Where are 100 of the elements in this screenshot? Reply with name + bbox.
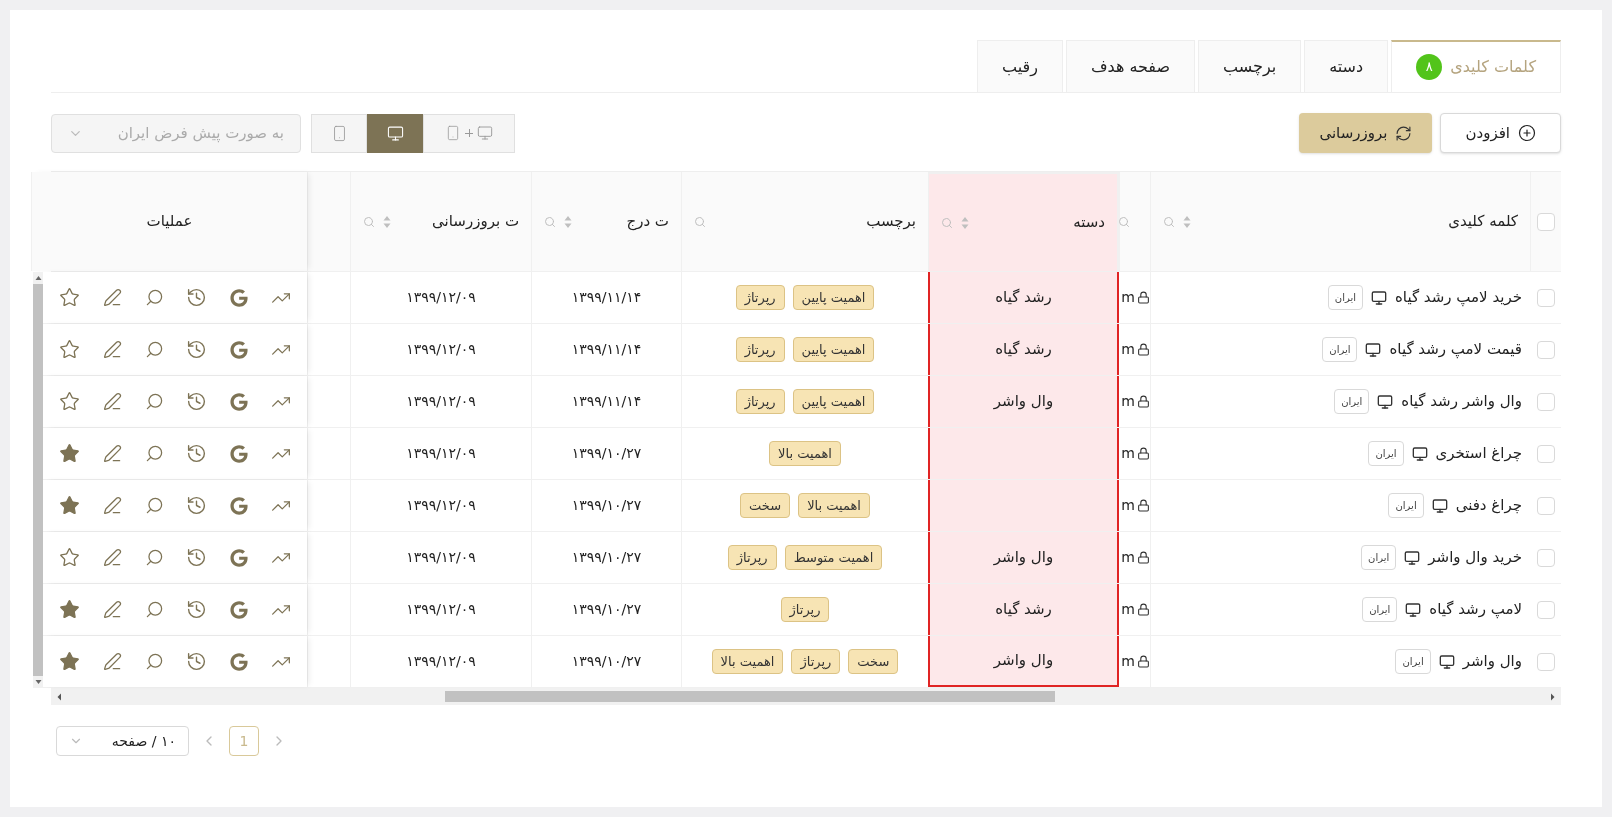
column-header: دسته	[1072, 212, 1105, 234]
tab[interactable]: صفحه هدف	[1065, 40, 1196, 92]
star-icon[interactable]	[59, 495, 80, 516]
date-text: ۱۳۹۹/۱۰/۲۷	[571, 600, 642, 619]
history-icon[interactable]	[186, 391, 208, 412]
row-checkbox[interactable]	[1537, 212, 1555, 231]
lock-icon	[1137, 291, 1150, 304]
history-icon[interactable]	[186, 339, 208, 360]
google-icon[interactable]	[230, 444, 249, 463]
region-tag: ایران	[1362, 597, 1398, 622]
monitor-icon	[477, 125, 493, 141]
horizontal-scrollbar[interactable]	[51, 688, 1561, 705]
pencil-icon[interactable]	[102, 288, 122, 307]
scroll-right-icon[interactable]	[1549, 692, 1556, 701]
star-icon[interactable]	[59, 287, 80, 308]
pencil-icon[interactable]	[102, 548, 122, 567]
count-badge: ۸	[1416, 54, 1443, 80]
keyword-text: لامپ رشد گیاه	[1429, 599, 1522, 621]
google-icon[interactable]	[230, 392, 249, 411]
search-icon[interactable]	[144, 548, 164, 567]
pencil-icon[interactable]	[102, 444, 122, 463]
tab[interactable]: برچسب	[1198, 40, 1302, 92]
tab[interactable]: رقیب	[977, 40, 1063, 92]
google-icon[interactable]	[230, 548, 249, 567]
star-icon[interactable]	[59, 599, 80, 620]
date-text: ۱۳۹۹/۱۱/۱۴	[571, 288, 642, 307]
date-text: ۱۳۹۹/۱۲/۰۹	[406, 652, 476, 671]
tag: رپرتاژ	[780, 596, 830, 623]
google-icon[interactable]	[230, 600, 249, 619]
history-icon[interactable]	[186, 287, 208, 308]
row-checkbox[interactable]	[1536, 548, 1555, 567]
row-checkbox[interactable]	[1536, 496, 1555, 515]
row-checkbox[interactable]	[1536, 340, 1555, 359]
table-cell-text: m	[1121, 340, 1135, 359]
date-text: ۱۳۹۹/۱۲/۰۹	[406, 340, 476, 359]
star-icon[interactable]	[59, 443, 80, 464]
row-checkbox[interactable]	[1536, 444, 1555, 463]
search-icon[interactable]	[144, 288, 164, 307]
search-icon[interactable]	[144, 496, 164, 515]
category-cell: وال واشر	[928, 636, 1119, 687]
pencil-icon[interactable]	[102, 652, 122, 671]
plus-icon	[465, 129, 473, 137]
star-icon[interactable]	[59, 547, 80, 568]
row-checkbox[interactable]	[1536, 652, 1555, 671]
date-text: ۱۳۹۹/۱۲/۰۹	[406, 444, 476, 463]
monitor-icon	[1411, 445, 1428, 462]
region-tag: ایران	[1368, 441, 1404, 466]
lock-icon	[1137, 395, 1150, 408]
pencil-icon[interactable]	[102, 496, 122, 515]
region-tag: ایران	[1322, 337, 1358, 362]
tag: رپرتاژ	[735, 284, 785, 311]
tag: اهمیت بالا	[798, 492, 870, 519]
search-icon[interactable]	[144, 340, 164, 359]
search-icon[interactable]	[144, 652, 164, 671]
history-icon[interactable]	[186, 651, 208, 672]
add-button[interactable]: افزودن	[1440, 113, 1561, 153]
monitor-icon	[1431, 497, 1448, 514]
history-icon[interactable]	[186, 443, 208, 464]
search-icon[interactable]	[144, 392, 164, 411]
device-toggle[interactable]	[367, 113, 423, 153]
column-header: کلمه کلیدی	[1447, 211, 1518, 233]
page-size-select[interactable]: ۱۰ / صفحه	[56, 726, 189, 756]
google-icon[interactable]	[230, 340, 249, 359]
tag: اهمیت بالا	[769, 440, 841, 467]
refresh-button[interactable]: بروزرسانی	[1299, 113, 1433, 153]
category-cell: رشد گیاه	[928, 324, 1119, 375]
google-icon[interactable]	[230, 496, 249, 515]
tab[interactable]: دسته	[1304, 40, 1389, 92]
tag: رپرتاژ	[735, 336, 785, 363]
date-text: ۱۳۹۹/۱۲/۰۹	[406, 496, 476, 515]
google-icon[interactable]	[230, 288, 249, 307]
pencil-icon[interactable]	[102, 600, 122, 619]
pencil-icon[interactable]	[102, 340, 122, 359]
column-header: برچسب	[865, 211, 916, 233]
row-checkbox[interactable]	[1536, 392, 1555, 411]
keyword-text: خرید لامپ رشد گیاه	[1395, 287, 1522, 309]
history-icon[interactable]	[186, 599, 208, 620]
history-icon[interactable]	[186, 547, 208, 568]
pencil-icon[interactable]	[102, 392, 122, 411]
tag: اهمیت متوسط	[784, 544, 883, 571]
google-icon[interactable]	[230, 652, 249, 671]
search-icon[interactable]	[144, 444, 164, 463]
lock-icon	[1137, 499, 1150, 512]
tag: اهمیت پایین	[792, 388, 875, 415]
scroll-left-icon[interactable]	[56, 692, 63, 701]
star-icon[interactable]	[59, 391, 80, 412]
row-checkbox[interactable]	[1536, 600, 1555, 619]
table-cell-text: m	[1121, 392, 1135, 411]
star-icon[interactable]	[59, 651, 80, 672]
vertical-scrollbar[interactable]	[33, 272, 43, 688]
monitor-icon	[1377, 393, 1394, 410]
date-text: ۱۳۹۹/۱۲/۰۹	[406, 392, 476, 411]
star-icon[interactable]	[59, 339, 80, 360]
lock-icon	[1137, 655, 1150, 668]
region-tag: ایران	[1395, 649, 1431, 674]
date-text: ۱۳۹۹/۱۱/۱۴	[571, 392, 642, 411]
search-icon[interactable]	[144, 600, 164, 619]
column-header: ت درج	[625, 211, 669, 233]
history-icon[interactable]	[186, 495, 208, 516]
row-checkbox[interactable]	[1536, 288, 1555, 307]
